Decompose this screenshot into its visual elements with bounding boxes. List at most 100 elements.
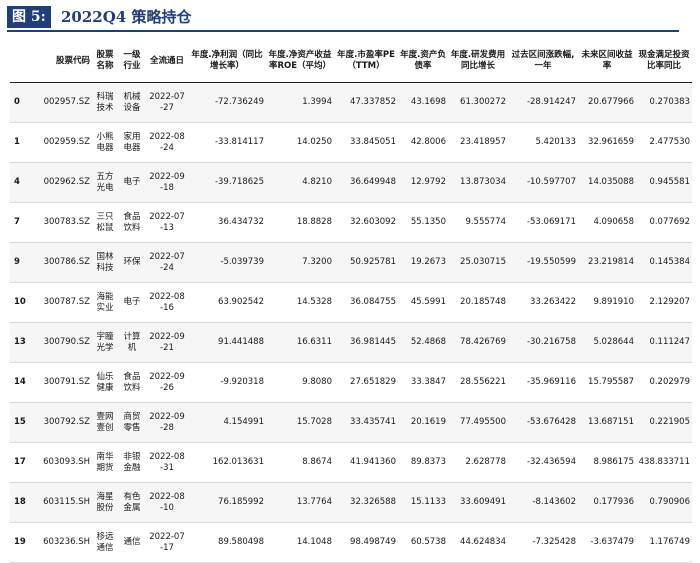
figure-label: 图 5: — [7, 6, 51, 28]
cell-stock-code: 002962.SZ — [32, 162, 92, 203]
cell-row-index: 17 — [10, 442, 32, 483]
cell-cash-ratio: 0.111247 — [636, 322, 692, 363]
col-header-future-return: 未来区间收益率 — [578, 40, 636, 83]
cell-rd-growth: 25.030715 — [448, 242, 508, 283]
cell-roe: 4.8210 — [266, 162, 334, 203]
cell-rd-growth: 44.624834 — [448, 522, 508, 563]
cell-stock-code: 300791.SZ — [32, 362, 92, 403]
cell-debt-ratio: 12.9792 — [398, 162, 448, 203]
cell-industry: 食品饮料 — [118, 202, 146, 243]
cell-pe-ttm: 33.845051 — [334, 122, 398, 163]
cell-listing-date: 2022-08-10 — [146, 482, 188, 523]
cell-pe-ttm: 32.326588 — [334, 482, 398, 523]
cell-stock-code: 300786.SZ — [32, 242, 92, 283]
cell-future-return: 13.687151 — [578, 402, 636, 443]
cell-roe: 7.3200 — [266, 242, 334, 283]
col-header-rd-growth: 年度.研发费用同比增长 — [448, 40, 508, 83]
cell-row-index: 9 — [10, 242, 32, 283]
cell-future-return: 32.961659 — [578, 122, 636, 163]
cell-industry: 非银金融 — [118, 442, 146, 483]
cell-cash-ratio: 0.270383 — [636, 82, 692, 123]
cell-industry: 计算机 — [118, 322, 146, 363]
cell-cash-ratio: 0.221905 — [636, 402, 692, 443]
cell-future-return: 0.177936 — [578, 482, 636, 523]
cell-stock-code: 300787.SZ — [32, 282, 92, 323]
cell-industry: 有色金属 — [118, 482, 146, 523]
cell-stock-name: 宇瞳光学 — [92, 322, 118, 363]
col-header-listing-date: 全流通日 — [146, 40, 188, 83]
cell-industry: 家用电器 — [118, 122, 146, 163]
cell-row-index: 7 — [10, 202, 32, 243]
cell-stock-name: 三只松鼠 — [92, 202, 118, 243]
cell-net-profit-growth: 36.434732 — [188, 202, 266, 243]
cell-stock-code: 300790.SZ — [32, 322, 92, 363]
cell-net-profit-growth: -39.718625 — [188, 162, 266, 203]
cell-stock-code: 603236.SH — [32, 522, 92, 563]
cell-net-profit-growth: 63.902542 — [188, 282, 266, 323]
cell-stock-code: 300783.SZ — [32, 202, 92, 243]
cell-row-index: 4 — [10, 162, 32, 203]
col-header-past-return: 过去区间涨跌幅,一年 — [508, 40, 578, 83]
cell-future-return: 14.035088 — [578, 162, 636, 203]
cell-cash-ratio: 1.176749 — [636, 522, 692, 563]
cell-rd-growth: 61.300272 — [448, 82, 508, 123]
header-row: 股票代码 股票名称 一级行业 全流通日 年度.净利润（同比增长率） 年度.净资产… — [10, 40, 692, 83]
cell-future-return: 23.219814 — [578, 242, 636, 283]
col-header-name: 股票名称 — [92, 40, 118, 83]
cell-debt-ratio: 15.1133 — [398, 482, 448, 523]
cell-debt-ratio: 60.5738 — [398, 522, 448, 563]
cell-rd-growth: 78.426769 — [448, 322, 508, 363]
cell-industry: 商贸零售 — [118, 402, 146, 443]
cell-stock-name: 海能实业 — [92, 282, 118, 323]
cell-industry: 通信 — [118, 522, 146, 563]
cell-row-index: 18 — [10, 482, 32, 523]
cell-debt-ratio: 52.4868 — [398, 322, 448, 363]
table-row: 4 002962.SZ 五方光电 电子 2022-09-18 -39.718625 4.82… — [10, 162, 692, 203]
col-header-industry: 一级行业 — [118, 40, 146, 83]
cell-stock-code: 300792.SZ — [32, 402, 92, 443]
cell-industry: 环保 — [118, 242, 146, 283]
cell-rd-growth: 20.185748 — [448, 282, 508, 323]
cell-industry: 电子 — [118, 282, 146, 323]
cell-pe-ttm: 50.925781 — [334, 242, 398, 283]
cell-cash-ratio: 438.833711 — [636, 442, 692, 483]
cell-stock-name: 科瑞技术 — [92, 82, 118, 123]
cell-debt-ratio: 42.8006 — [398, 122, 448, 163]
cell-row-index: 10 — [10, 282, 32, 323]
cell-net-profit-growth: -9.920318 — [188, 362, 266, 403]
cell-net-profit-growth: -33.814117 — [188, 122, 266, 163]
cell-listing-date: 2022-08-24 — [146, 122, 188, 163]
cell-past-year-return: -35.969116 — [508, 362, 578, 403]
cell-cash-ratio: 0.202979 — [636, 362, 692, 403]
cell-past-year-return: -10.597707 — [508, 162, 578, 203]
table-row: 17 603093.SH 南华期货 非银金融 2022-08-31 162.013631 8… — [10, 442, 692, 483]
cell-pe-ttm: 36.084755 — [334, 282, 398, 323]
cell-pe-ttm: 36.649948 — [334, 162, 398, 203]
cell-net-profit-growth: -72.736249 — [188, 82, 266, 123]
cell-stock-name: 小熊电器 — [92, 122, 118, 163]
cell-past-year-return: -28.914247 — [508, 82, 578, 123]
cell-pe-ttm: 33.435741 — [334, 402, 398, 443]
cell-past-year-return: 5.420133 — [508, 122, 578, 163]
table-row: 9 300786.SZ 国林科技 环保 2022-07-24 -5.039739 7.320… — [10, 242, 692, 283]
col-header-net-profit-growth: 年度.净利润（同比增长率） — [188, 40, 266, 83]
cell-listing-date: 2022-09-21 — [146, 322, 188, 363]
cell-debt-ratio: 45.5991 — [398, 282, 448, 323]
cell-net-profit-growth: 91.441488 — [188, 322, 266, 363]
table-row: 13 300790.SZ 宇瞳光学 计算机 2022-09-21 91.441488 16.… — [10, 322, 692, 363]
figure-title: 2022Q4 策略持仓 — [61, 8, 192, 26]
cell-listing-date: 2022-07-17 — [146, 522, 188, 563]
cell-roe: 15.7028 — [266, 402, 334, 443]
cell-row-index: 19 — [10, 522, 32, 563]
cell-roe: 16.6311 — [266, 322, 334, 363]
col-header-pe: 年度.市盈率PE（TTM） — [334, 40, 398, 83]
table-row: 15 300792.SZ 壹网壹创 商贸零售 2022-09-28 4.154991 15.… — [10, 402, 692, 443]
cell-future-return: 20.677966 — [578, 82, 636, 123]
cell-rd-growth: 28.556221 — [448, 362, 508, 403]
cell-stock-name: 仙乐健康 — [92, 362, 118, 403]
cell-net-profit-growth: 76.185992 — [188, 482, 266, 523]
cell-net-profit-growth: -5.039739 — [188, 242, 266, 283]
cell-net-profit-growth: 162.013631 — [188, 442, 266, 483]
cell-future-return: 4.090658 — [578, 202, 636, 243]
cell-cash-ratio: 2.129207 — [636, 282, 692, 323]
